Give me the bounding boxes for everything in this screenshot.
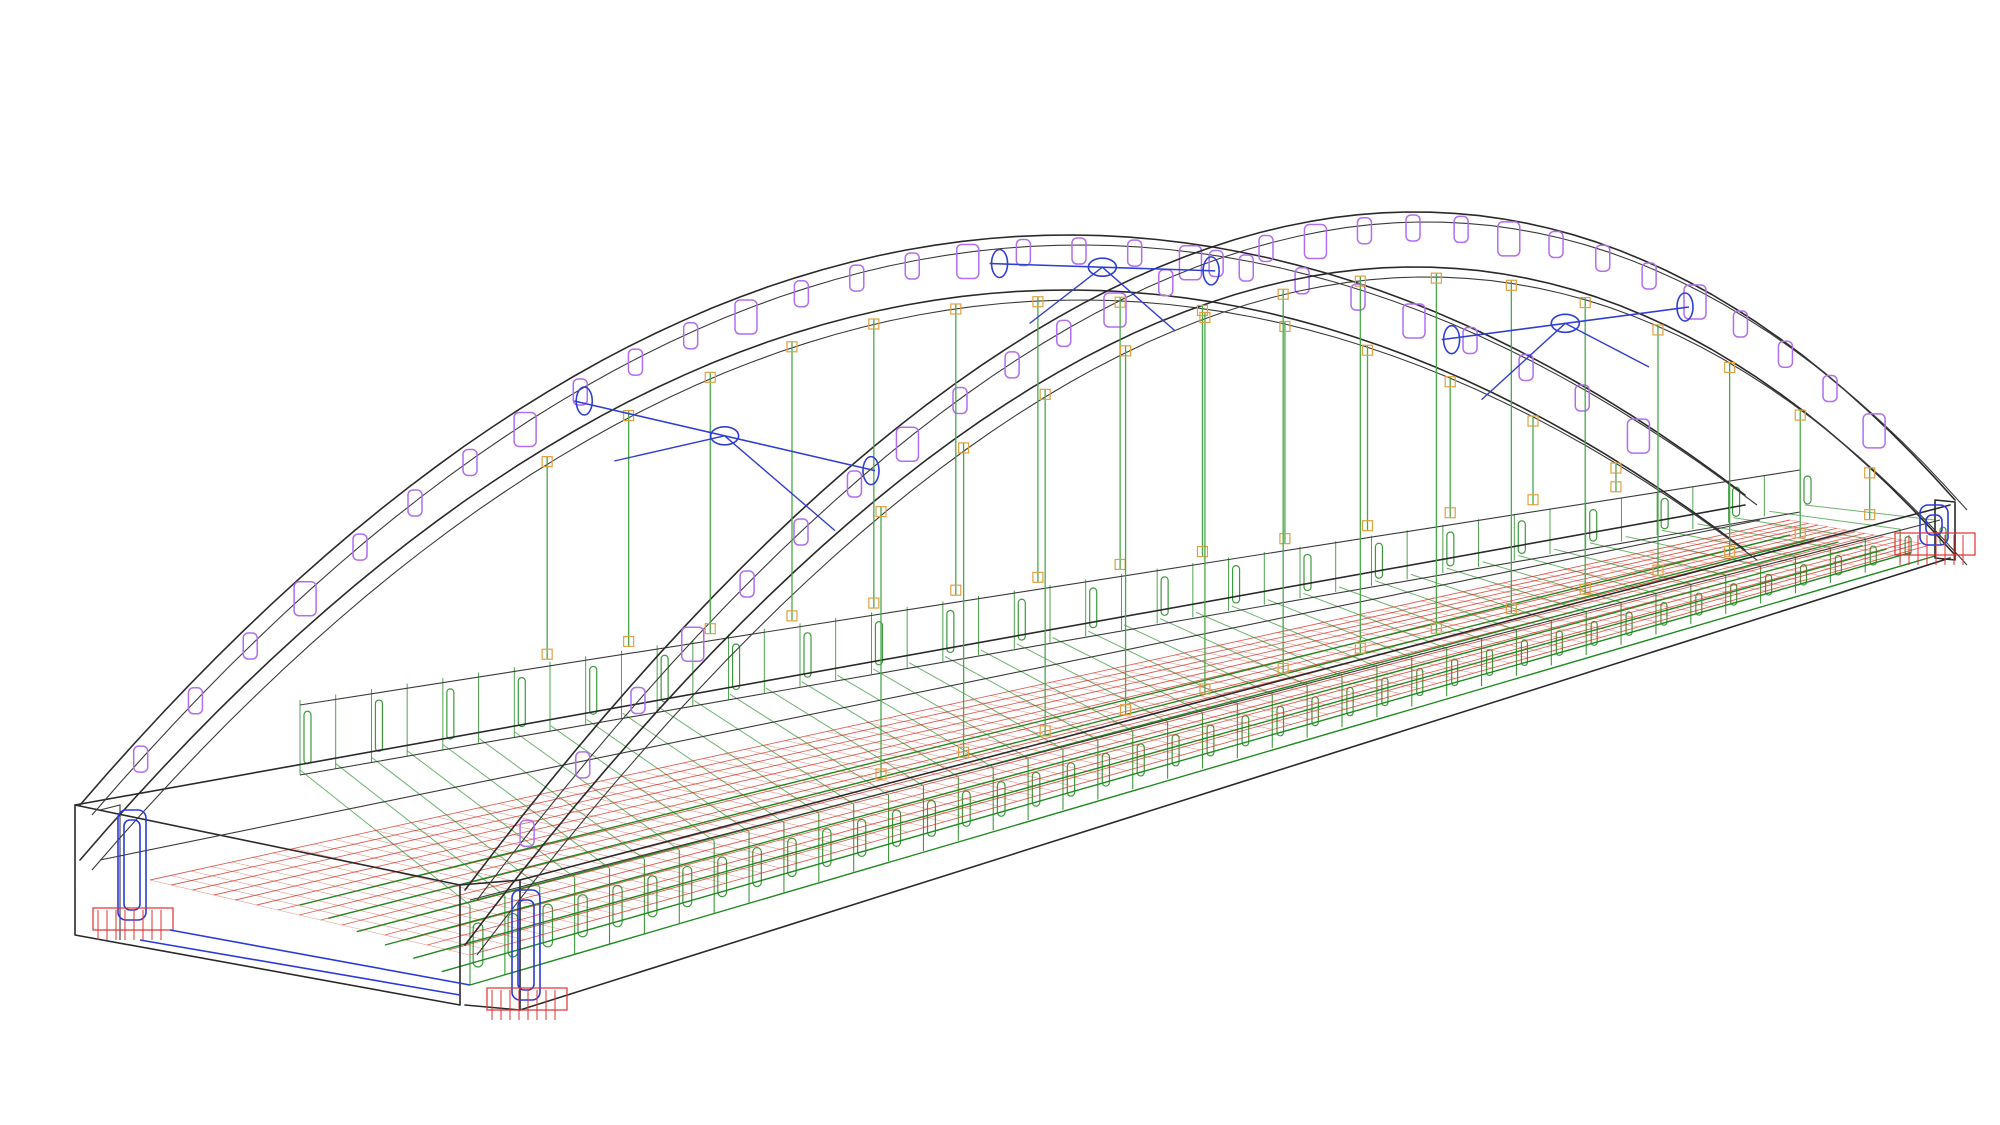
arch-stiffener (956, 243, 980, 280)
arch-stiffener (1777, 340, 1794, 368)
brace-diagonal (1481, 322, 1566, 401)
end-block-stirrup-inner (123, 819, 141, 911)
web-cutout (446, 688, 455, 740)
rebar-longitudinal-green (441, 551, 1912, 973)
arch-stiffener (849, 264, 865, 292)
arch-stiffener (1004, 351, 1020, 379)
arch-stiffener (1453, 215, 1469, 244)
hangers (541, 272, 1876, 780)
brace-end-node (575, 386, 594, 416)
arch-stiffener (1071, 237, 1087, 265)
web-cutout (303, 710, 312, 765)
arch-stiffener (1548, 230, 1564, 259)
brace-diagonal (724, 435, 836, 532)
rebar-longitudinal-green (328, 537, 1815, 920)
brace-diagonal (1564, 322, 1650, 368)
rebar-transverse-red (1687, 542, 1839, 571)
deck-girder-top-far (299, 469, 1801, 706)
arch-stiffener (1303, 223, 1328, 260)
arch-stiffener (575, 751, 591, 779)
rebar-transverse-red (1707, 537, 1858, 566)
bridge-wireframe (74, 211, 1976, 1020)
brace-diagonal (614, 435, 725, 462)
rebar-longitudinal-green (384, 544, 1863, 946)
web-cutout (374, 699, 384, 752)
arch-stiffener (352, 533, 368, 561)
web-cutout (1517, 520, 1526, 555)
rebar-transverse-red (149, 879, 471, 956)
deck-end-block-left (459, 879, 521, 1011)
deck-top-edge-near (519, 504, 1951, 881)
arch-stiffener (1238, 254, 1254, 282)
diaphragm-rung (693, 700, 854, 805)
arch-stiffener (1356, 216, 1373, 245)
wind-bracing (574, 248, 1694, 532)
deck-outline (74, 469, 1956, 1011)
web-cutout (803, 632, 812, 678)
arch-inner-chord (79, 289, 1746, 861)
arch-stiffener (904, 252, 920, 280)
arch-stiffener (952, 386, 968, 415)
web-cutout (660, 654, 669, 703)
arch-stiffener (1822, 374, 1838, 403)
arch-stiffener (513, 411, 537, 448)
web-cutout (517, 677, 526, 728)
web-cutout (589, 665, 598, 715)
end-block-stirrup (117, 809, 147, 921)
arch-inner-chord-back (476, 276, 1968, 956)
web-cutout (1589, 509, 1598, 542)
web-cutout (1303, 553, 1312, 592)
diaphragm-rung (550, 725, 715, 842)
arch-stiffener (1015, 238, 1032, 267)
web-cutout (946, 609, 955, 654)
web-cutout (1803, 475, 1812, 505)
web-cutout (1660, 497, 1669, 530)
arch-stiffener (1126, 239, 1143, 267)
tendon-bottom (139, 939, 461, 996)
arch-stiffener (682, 322, 699, 350)
diaphragm-rung (622, 712, 785, 823)
tendon-bottom (169, 929, 471, 986)
rebar-transverse-red (190, 870, 507, 946)
web-cutout (1446, 531, 1455, 567)
arch-stiffener (1405, 214, 1421, 242)
brace-end-node (862, 455, 880, 486)
bridge-model-viewport[interactable] (0, 0, 2000, 1125)
deck-end-face-near (74, 804, 461, 1006)
arch-stiffener (1158, 268, 1174, 297)
arch-stiffener (407, 489, 423, 517)
arch-stiffener (1641, 262, 1657, 290)
arch-stiffener (793, 280, 810, 308)
arch-stiffener (630, 686, 646, 715)
rebar-longitudinal-green (413, 548, 1887, 960)
arch-stiffener (462, 448, 478, 477)
diaphragm-rung (1267, 599, 1412, 658)
web-cutout (1374, 542, 1384, 579)
rebar-transverse-red (1666, 546, 1821, 577)
arch-stiffener (1862, 413, 1886, 449)
diaphragm-rung (586, 719, 750, 833)
arch-stiffener (734, 299, 758, 335)
